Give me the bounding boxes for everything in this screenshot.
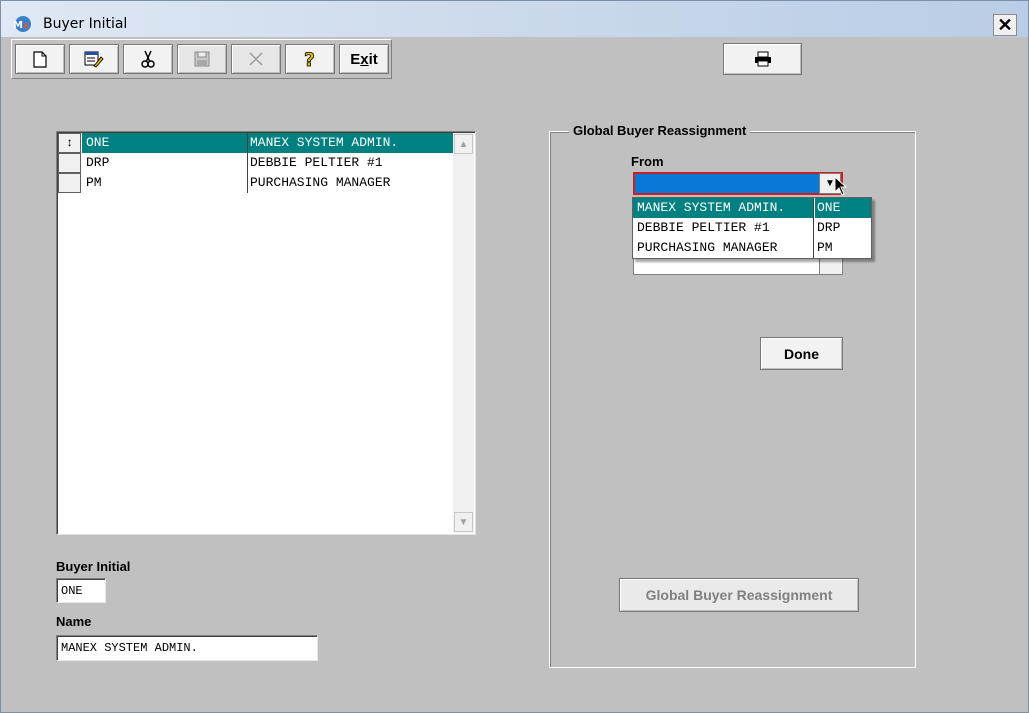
- x-icon: [249, 52, 263, 66]
- print-button[interactable]: [723, 43, 802, 75]
- question-icon: ?: [304, 49, 316, 69]
- list-item[interactable]: PURCHASING MANAGER PM: [633, 238, 871, 258]
- edit-icon: [84, 51, 104, 68]
- table-row[interactable]: DRP DEBBIE PELTIER #1: [58, 153, 454, 173]
- row-selector[interactable]: [58, 153, 81, 173]
- from-combo[interactable]: [633, 172, 843, 195]
- svg-text:x: x: [23, 21, 29, 31]
- scroll-down-button[interactable]: ▼: [454, 512, 473, 532]
- option-initial: PM: [817, 240, 833, 255]
- exit-button[interactable]: Exit: [339, 44, 389, 74]
- title-bar: M x Buyer Initial ✕: [1, 1, 1028, 37]
- option-name: DEBBIE PELTIER #1: [633, 218, 814, 238]
- grid-vertical-scrollbar[interactable]: ▲ ▼: [453, 133, 474, 533]
- option-initial: ONE: [815, 198, 871, 218]
- row-selector[interactable]: [58, 173, 81, 193]
- exit-label: Exit: [350, 50, 378, 68]
- cell-name[interactable]: DEBBIE PELTIER #1: [247, 153, 454, 173]
- help-button[interactable]: ?: [285, 44, 335, 74]
- close-icon: ✕: [997, 14, 1013, 35]
- arrow-down-icon: ▼: [458, 516, 469, 528]
- option-name: PURCHASING MANAGER: [633, 238, 814, 258]
- cell-initial[interactable]: DRP: [82, 153, 247, 173]
- app-logo-icon: M x: [13, 16, 31, 32]
- row-selector-current[interactable]: ↕: [58, 133, 81, 153]
- list-item[interactable]: MANEX SYSTEM ADMIN. ONE: [633, 198, 871, 218]
- edit-button[interactable]: [69, 44, 119, 74]
- buyer-initial-field[interactable]: ONE: [56, 578, 106, 603]
- arrow-up-icon: ▲: [458, 138, 469, 150]
- cell-name[interactable]: PURCHASING MANAGER: [247, 173, 454, 193]
- close-button[interactable]: ✕: [993, 14, 1017, 36]
- printer-icon: [754, 51, 771, 67]
- buyer-grid[interactable]: ↕ ONE MANEX SYSTEM ADMIN. DRP DEBBIE PEL…: [56, 131, 476, 535]
- buyer-initial-window: M x Buyer Initial ✕ ? Exit ↕ ONE MANEX S…: [0, 0, 1029, 713]
- new-button[interactable]: [15, 44, 65, 74]
- scroll-up-button[interactable]: ▲: [454, 134, 473, 154]
- cell-name[interactable]: MANEX SYSTEM ADMIN.: [247, 133, 454, 153]
- save-button[interactable]: [177, 44, 227, 74]
- save-icon: [194, 51, 210, 67]
- global-buyer-reassignment-button[interactable]: Global Buyer Reassignment: [619, 578, 859, 612]
- table-row[interactable]: ↕ ONE MANEX SYSTEM ADMIN.: [58, 133, 454, 153]
- option-name: MANEX SYSTEM ADMIN.: [633, 198, 814, 218]
- list-item[interactable]: DEBBIE PELTIER #1 DRP: [633, 218, 871, 238]
- name-label: Name: [56, 614, 92, 629]
- cut-button[interactable]: [123, 44, 173, 74]
- toolbar: ? Exit: [11, 39, 392, 79]
- cancel-button[interactable]: [231, 44, 281, 74]
- option-initial: DRP: [817, 220, 841, 235]
- from-label: From: [631, 154, 664, 169]
- cell-initial[interactable]: PM: [82, 173, 247, 193]
- done-button[interactable]: Done: [760, 337, 843, 370]
- table-row[interactable]: PM PURCHASING MANAGER: [58, 173, 454, 193]
- svg-text:M: M: [13, 20, 23, 31]
- buyer-initial-label: Buyer Initial: [56, 559, 131, 574]
- name-field[interactable]: MANEX SYSTEM ADMIN.: [56, 635, 318, 661]
- window-title: Buyer Initial: [43, 16, 128, 32]
- group-title: Global Buyer Reassignment: [569, 123, 751, 138]
- scissors-icon: [141, 50, 155, 68]
- svg-text:?: ?: [304, 49, 315, 69]
- from-dropdown-list[interactable]: MANEX SYSTEM ADMIN. ONE DEBBIE PELTIER #…: [632, 197, 872, 259]
- current-row-icon: ↕: [65, 136, 74, 150]
- new-document-icon: [33, 50, 47, 68]
- cell-initial[interactable]: ONE: [82, 133, 247, 153]
- mouse-cursor-icon: [834, 176, 848, 196]
